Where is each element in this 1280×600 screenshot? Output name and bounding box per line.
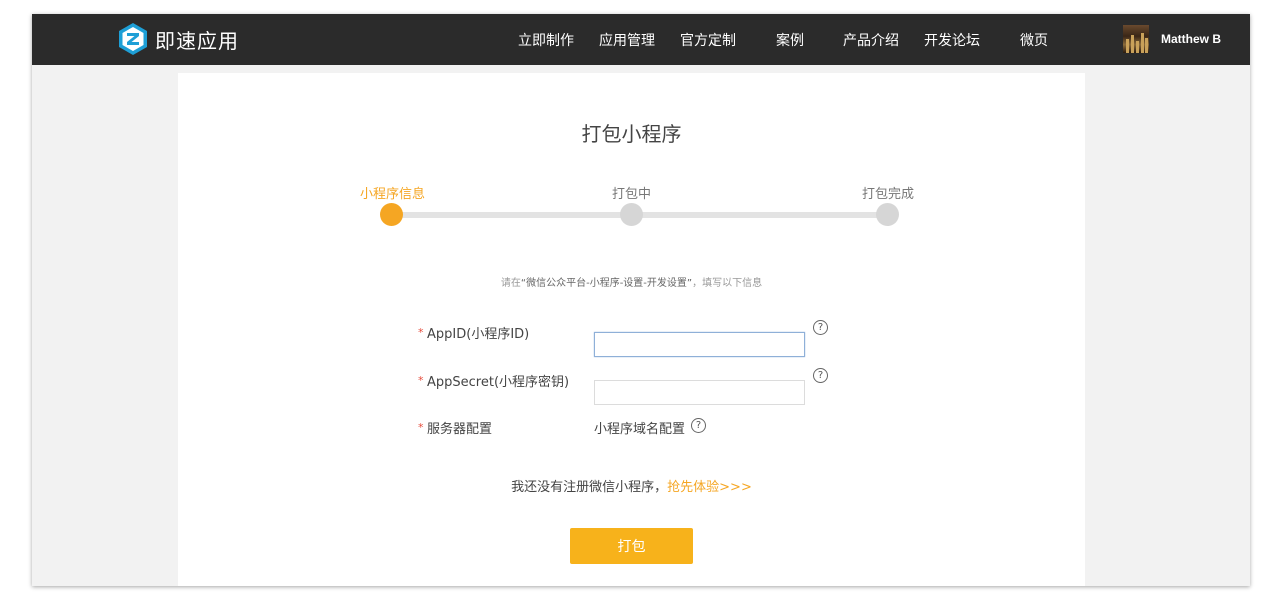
nav-item-app-management[interactable]: 应用管理	[599, 30, 655, 50]
register-text: 我还没有注册微信小程序，	[511, 480, 668, 495]
step-dot-packing	[620, 203, 643, 226]
avatar	[1123, 25, 1149, 53]
step-label-packing: 打包中	[612, 187, 652, 202]
top-navigation-bar: 即速应用 立即制作 应用管理 官方定制 案例 产品介绍 开发论坛 微页 Matt…	[32, 14, 1250, 65]
logo-hexagon-icon	[116, 22, 150, 56]
hint-path: “微信公众平台-小程序-设置-开发设置”	[520, 278, 693, 289]
nav-item-custom[interactable]: 官方定制	[680, 30, 736, 50]
appsecret-help-icon[interactable]: ?	[813, 368, 828, 383]
hint-prefix: 请在	[500, 278, 521, 289]
required-mark: *	[418, 421, 424, 434]
brand-logo[interactable]: 即速应用	[116, 22, 239, 56]
step-dot-info	[380, 203, 403, 226]
nav-item-cases[interactable]: 案例	[776, 30, 804, 50]
step-label-done: 打包完成	[862, 187, 915, 202]
pack-button[interactable]: 打包	[570, 528, 693, 564]
appsecret-label: AppSecret(小程序密钥)	[427, 375, 570, 390]
app-window: 即速应用 立即制作 应用管理 官方定制 案例 产品介绍 开发论坛 微页 Matt…	[32, 14, 1250, 586]
appid-label: AppID(小程序ID)	[427, 327, 530, 342]
required-mark: *	[418, 374, 424, 387]
register-link[interactable]: 抢先体验>>>	[667, 480, 752, 495]
appid-help-icon[interactable]: ?	[813, 320, 828, 335]
domain-config-help-icon[interactable]: ?	[691, 418, 706, 433]
appsecret-row: * AppSecret(小程序密钥) ?	[178, 366, 1085, 405]
register-prompt: 我还没有注册微信小程序，抢先体验>>>	[178, 476, 1085, 495]
server-config-label: 服务器配置	[427, 422, 493, 437]
nav-item-product-intro[interactable]: 产品介绍	[843, 30, 899, 50]
page-title: 打包小程序	[581, 122, 682, 146]
server-config-row: * 服务器配置 小程序域名配置 ?	[178, 413, 1085, 443]
nav-item-create[interactable]: 立即制作	[518, 30, 574, 50]
nav-item-micro-page[interactable]: 微页	[1020, 30, 1048, 50]
step-label-info: 小程序信息	[360, 187, 426, 202]
step-dot-done	[876, 203, 899, 226]
required-mark: *	[418, 326, 424, 339]
appsecret-input[interactable]	[594, 380, 805, 405]
hint-suffix: ，填写以下信息	[692, 278, 763, 289]
appid-row: * AppID(小程序ID) ?	[178, 318, 1085, 357]
instruction-hint: 请在“微信公众平台-小程序-设置-开发设置”，填写以下信息	[178, 274, 1085, 289]
nav-item-forum[interactable]: 开发论坛	[924, 30, 980, 50]
progress-steps: 小程序信息 打包中 打包完成	[178, 73, 1085, 226]
appid-input[interactable]	[594, 332, 805, 357]
domain-config-value: 小程序域名配置	[594, 422, 686, 437]
user-menu[interactable]: Matthew B	[1123, 25, 1221, 53]
brand-name: 即速应用	[155, 28, 239, 53]
pack-panel: 打包小程序 小程序信息 打包中 打包完成 请在“微信公众平台-小程序-设置-开发…	[178, 73, 1085, 586]
user-name: Matthew B	[1161, 32, 1221, 46]
